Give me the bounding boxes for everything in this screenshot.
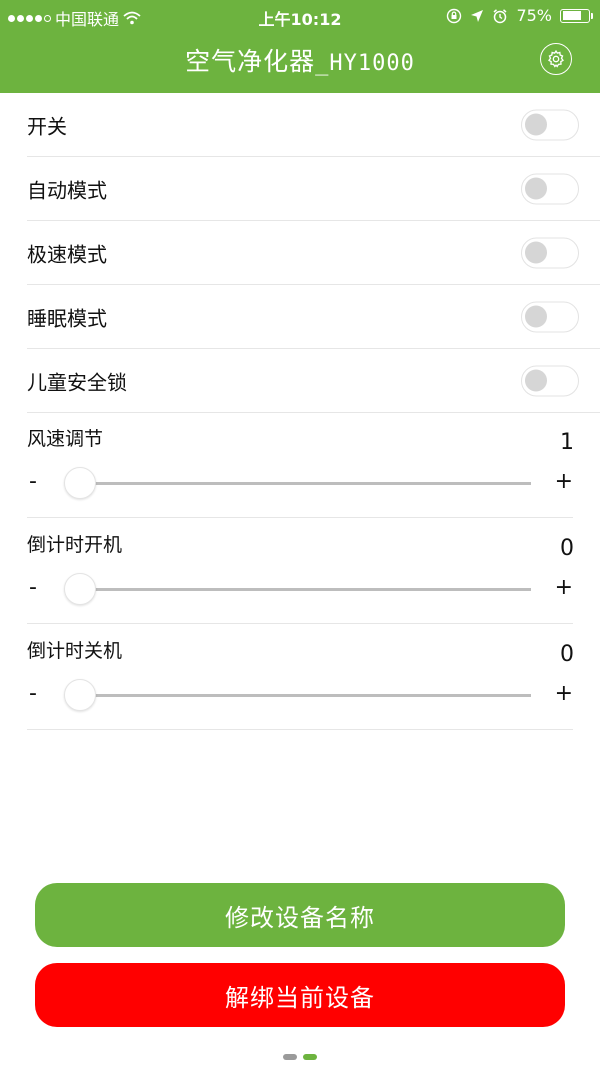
rename-device-button[interactable]: 修改设备名称 [35, 883, 565, 947]
slider-value: 1 [560, 430, 574, 455]
toggle-label: 自动模式 [27, 178, 107, 203]
slider-value: 0 [560, 536, 574, 561]
unbind-device-button[interactable]: 解绑当前设备 [35, 963, 565, 1027]
slider-label: 倒计时开机 [27, 534, 123, 556]
alarm-icon [493, 8, 507, 23]
device-model-label: _HY1000 [315, 51, 415, 76]
toggle-row-auto-mode: 自动模式 [0, 157, 600, 221]
status-right-group: 75% [446, 6, 593, 25]
divider [27, 729, 573, 730]
slider-track[interactable] [80, 694, 531, 697]
toggle-row-power: 开关 [0, 93, 600, 157]
turbo-mode-switch[interactable] [521, 237, 579, 269]
battery-percent: 75% [516, 6, 552, 25]
slider-label: 风速调节 [27, 428, 104, 450]
increase-button[interactable]: + [555, 681, 573, 706]
location-icon [471, 9, 484, 22]
switch-knob [525, 369, 547, 392]
toggle-label: 极速模式 [27, 242, 107, 267]
child-lock-switch[interactable] [521, 365, 579, 397]
switch-knob [525, 305, 547, 328]
power-switch[interactable] [521, 109, 579, 141]
device-type-label: 空气净化器 [185, 47, 316, 76]
toggle-label: 开关 [27, 114, 67, 139]
slider-section-timer-off: 倒计时关机 0 - + [0, 624, 600, 730]
settings-button[interactable] [540, 43, 572, 75]
page-indicator-dot-active [303, 1054, 317, 1060]
toggle-label: 儿童安全锁 [27, 370, 127, 395]
slider-section-fan-speed: 风速调节 1 - + [0, 412, 600, 518]
page-indicator-dot [283, 1054, 297, 1060]
increase-button[interactable]: + [555, 575, 573, 600]
decrease-button[interactable]: - [29, 469, 37, 494]
page-indicator [0, 1054, 600, 1060]
decrease-button[interactable]: - [29, 575, 37, 600]
toggle-row-child-lock: 儿童安全锁 [0, 349, 600, 413]
slider-track[interactable] [80, 482, 531, 485]
battery-icon [560, 8, 593, 23]
decrease-button[interactable]: - [29, 681, 37, 706]
gear-icon [548, 49, 564, 68]
auto-mode-switch[interactable] [521, 173, 579, 205]
toggle-row-sleep-mode: 睡眠模式 [0, 285, 600, 349]
orientation-lock-icon [447, 8, 462, 23]
slider-section-timer-on: 倒计时开机 0 - + [0, 518, 600, 624]
switch-knob [525, 113, 547, 136]
slider-thumb[interactable] [64, 467, 96, 499]
page-title: 空气净化器_HY1000 [0, 42, 600, 78]
switch-knob [525, 241, 547, 264]
switch-knob [525, 177, 547, 200]
slider-thumb[interactable] [64, 573, 96, 605]
slider-thumb[interactable] [64, 679, 96, 711]
toggle-label: 睡眠模式 [27, 306, 107, 331]
slider-track[interactable] [80, 588, 531, 591]
status-bar: 中国联通 上午10:12 75% [0, 0, 600, 32]
sleep-mode-switch[interactable] [521, 301, 579, 333]
slider-value: 0 [560, 642, 574, 667]
toggle-row-turbo-mode: 极速模式 [0, 221, 600, 285]
slider-label: 倒计时关机 [27, 640, 123, 662]
app-header: 中国联通 上午10:12 75% 空气净化器_HY1000 [0, 0, 600, 93]
increase-button[interactable]: + [555, 469, 573, 494]
